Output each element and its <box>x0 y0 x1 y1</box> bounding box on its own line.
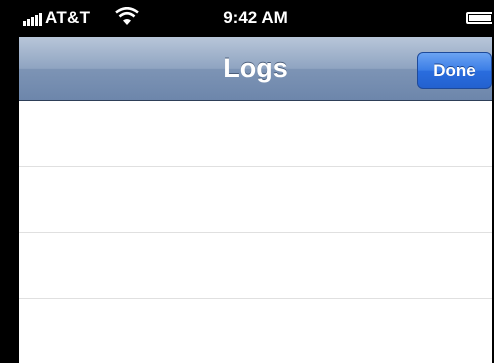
status-bar: AT&T 9:42 AM <box>19 0 492 37</box>
logs-table <box>19 101 492 363</box>
table-row[interactable] <box>19 101 492 167</box>
device-bezel-left <box>0 0 19 363</box>
screen: AT&T 9:42 AM Logs Done <box>19 0 492 363</box>
status-time: 9:42 AM <box>223 8 288 27</box>
table-row[interactable] <box>19 233 492 299</box>
table-row[interactable] <box>19 299 492 363</box>
navigation-bar: Logs Done <box>19 37 492 101</box>
battery-icon <box>466 12 492 24</box>
table-row[interactable] <box>19 167 492 233</box>
done-button[interactable]: Done <box>417 52 492 89</box>
